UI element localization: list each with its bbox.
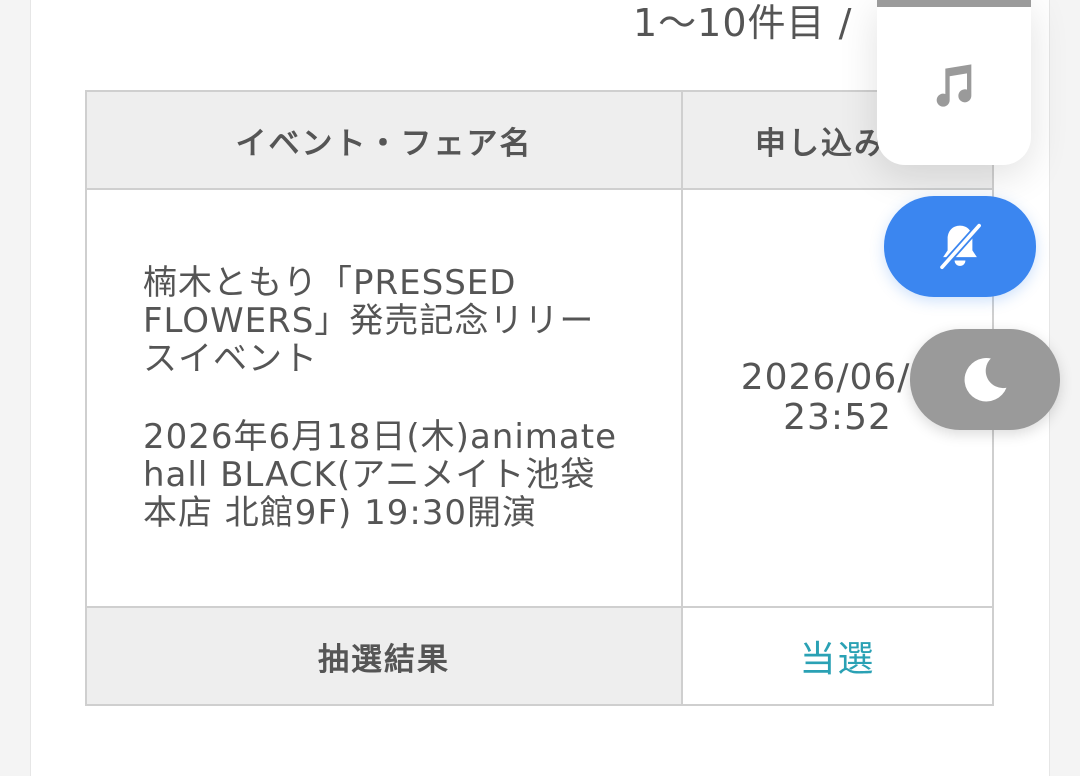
music-note-icon	[936, 64, 972, 107]
music-widget-button[interactable]	[877, 0, 1031, 165]
result-row: 抽選結果 当選	[85, 606, 994, 706]
pager-count: 1〜10件目 /	[633, 1, 853, 45]
event-detail: 2026年6月18日(木)animate hall BLACK(アニメイト池袋本…	[143, 417, 617, 533]
dark-mode-button[interactable]	[910, 329, 1060, 430]
result-value: 当選	[681, 606, 994, 706]
moon-icon	[964, 357, 1007, 401]
header-event-name: イベント・フェア名	[85, 90, 683, 190]
table-header-row: イベント・フェア名 申し込み日	[85, 90, 994, 190]
lottery-result-table: イベント・フェア名 申し込み日 楠木ともり「PRESSED FLOWERS」発売…	[85, 90, 994, 706]
result-label: 抽選結果	[85, 606, 683, 706]
event-cell: 楠木ともり「PRESSED FLOWERS」発売記念リリースイベント 2026年…	[85, 188, 683, 608]
event-title: 楠木ともり「PRESSED FLOWERS」発売記念リリースイベント	[143, 263, 595, 379]
mute-notifications-button[interactable]	[884, 196, 1036, 297]
table-row: 楠木ともり「PRESSED FLOWERS」発売記念リリースイベント 2026年…	[85, 188, 994, 608]
bell-slash-icon	[938, 221, 983, 271]
